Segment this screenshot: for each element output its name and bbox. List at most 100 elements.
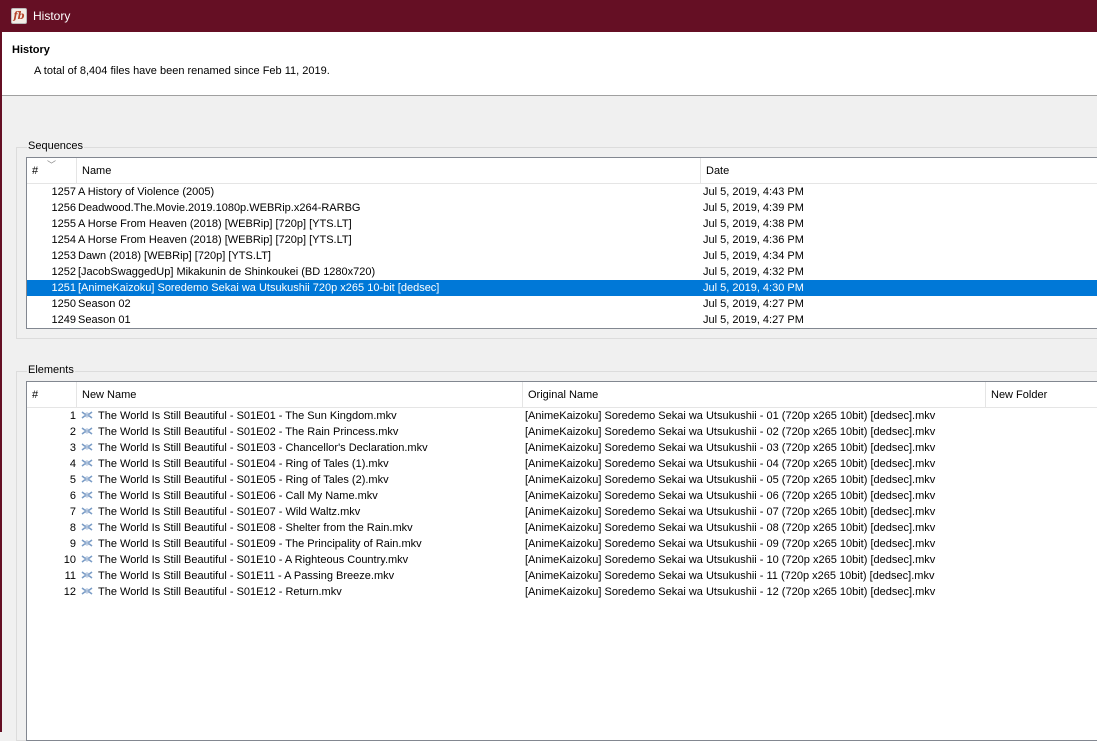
sequence-number: 1252 <box>51 266 76 278</box>
column-header-name[interactable]: Name <box>77 158 701 184</box>
sequence-date: Jul 5, 2019, 4:32 PM <box>703 266 804 278</box>
element-new-folder <box>986 456 1097 472</box>
sequence-name: [JacobSwaggedUp] Mikakunin de Shinkoukei… <box>78 266 376 278</box>
page-title: History <box>12 44 50 56</box>
element-new-folder <box>986 520 1097 536</box>
element-new-folder <box>986 552 1097 568</box>
element-number: 11 <box>64 570 76 582</box>
elements-table[interactable]: # New Name Original Name New Folder 1 Th… <box>26 381 1097 741</box>
column-header-number[interactable]: ﹀ # <box>27 158 77 184</box>
sequences-label: Sequences <box>27 140 85 152</box>
element-row[interactable]: 8 The World Is Still Beautiful - S01E08 … <box>27 520 1097 536</box>
sequence-number: 1253 <box>51 250 76 262</box>
column-header-new-folder[interactable]: New Folder <box>986 382 1097 408</box>
element-row[interactable]: 1 The World Is Still Beautiful - S01E01 … <box>27 408 1097 424</box>
sequences-header: ﹀ # Name Date <box>27 158 1097 184</box>
sequences-body: 1257 A History of Violence (2005) Jul 5,… <box>27 184 1097 328</box>
sequence-row[interactable]: 1254 A Horse From Heaven (2018) [WEBRip]… <box>27 232 1097 248</box>
element-original-name: [AnimeKaizoku] Soredemo Sekai wa Utsukus… <box>525 426 936 438</box>
element-row[interactable]: 4 The World Is Still Beautiful - S01E04 … <box>27 456 1097 472</box>
sequence-number: 1255 <box>51 218 76 230</box>
rename-icon <box>80 409 94 421</box>
sequence-row[interactable]: 1249 Season 01 Jul 5, 2019, 4:27 PM <box>27 312 1097 328</box>
element-row[interactable]: 11 The World Is Still Beautiful - S01E11… <box>27 568 1097 584</box>
element-new-folder <box>986 408 1097 424</box>
column-header-number[interactable]: # <box>27 382 77 408</box>
element-new-name: The World Is Still Beautiful - S01E12 - … <box>98 586 342 598</box>
rename-icon <box>80 457 94 469</box>
elements-body: 1 The World Is Still Beautiful - S01E01 … <box>27 408 1097 600</box>
sequence-row[interactable]: 1257 A History of Violence (2005) Jul 5,… <box>27 184 1097 200</box>
summary-text: A total of 8,404 files have been renamed… <box>34 65 330 77</box>
window-title: History <box>33 9 71 23</box>
rename-icon <box>80 505 94 517</box>
rename-icon <box>80 425 94 437</box>
title-bar: fb History <box>2 0 1097 32</box>
element-number: 7 <box>69 506 76 518</box>
element-row[interactable]: 5 The World Is Still Beautiful - S01E05 … <box>27 472 1097 488</box>
sequence-row[interactable]: 1252 [JacobSwaggedUp] Mikakunin de Shink… <box>27 264 1097 280</box>
element-row[interactable]: 3 The World Is Still Beautiful - S01E03 … <box>27 440 1097 456</box>
element-new-folder <box>986 584 1097 600</box>
element-new-name: The World Is Still Beautiful - S01E04 - … <box>98 458 389 470</box>
sequence-name: [AnimeKaizoku] Soredemo Sekai wa Utsukus… <box>78 282 440 294</box>
element-number: 9 <box>69 538 76 550</box>
sequence-name: Season 02 <box>78 298 131 310</box>
element-row[interactable]: 12 The World Is Still Beautiful - S01E12… <box>27 584 1097 600</box>
element-row[interactable]: 2 The World Is Still Beautiful - S01E02 … <box>27 424 1097 440</box>
sequence-row[interactable]: 1251 [AnimeKaizoku] Soredemo Sekai wa Ut… <box>27 280 1097 296</box>
rename-icon <box>80 441 94 453</box>
column-header-date[interactable]: Date <box>701 158 1097 184</box>
rename-icon <box>80 569 94 581</box>
rename-icon <box>80 521 94 533</box>
column-header-original-name[interactable]: Original Name <box>523 382 986 408</box>
sequence-number: 1249 <box>51 314 76 326</box>
element-new-name: The World Is Still Beautiful - S01E10 - … <box>98 554 409 566</box>
element-new-name: The World Is Still Beautiful - S01E07 - … <box>98 506 361 518</box>
sequence-row[interactable]: 1255 A Horse From Heaven (2018) [WEBRip]… <box>27 216 1097 232</box>
sequence-date: Jul 5, 2019, 4:30 PM <box>703 282 804 294</box>
element-new-folder <box>986 440 1097 456</box>
sequence-row[interactable]: 1250 Season 02 Jul 5, 2019, 4:27 PM <box>27 296 1097 312</box>
rename-icon <box>80 553 94 565</box>
sequence-number: 1254 <box>51 234 76 246</box>
element-original-name: [AnimeKaizoku] Soredemo Sekai wa Utsukus… <box>525 458 936 470</box>
sequence-date: Jul 5, 2019, 4:38 PM <box>703 218 804 230</box>
element-original-name: [AnimeKaizoku] Soredemo Sekai wa Utsukus… <box>525 410 936 422</box>
element-number: 4 <box>69 458 76 470</box>
rename-icon <box>80 489 94 501</box>
sequence-row[interactable]: 1253 Dawn (2018) [WEBRip] [720p] [YTS.LT… <box>27 248 1097 264</box>
element-new-folder <box>986 536 1097 552</box>
element-original-name: [AnimeKaizoku] Soredemo Sekai wa Utsukus… <box>525 442 936 454</box>
sort-chevron-icon: ﹀ <box>47 160 57 170</box>
elements-label: Elements <box>27 364 75 376</box>
element-original-name: [AnimeKaizoku] Soredemo Sekai wa Utsukus… <box>525 586 936 598</box>
element-number: 6 <box>69 490 76 502</box>
element-number: 2 <box>69 426 76 438</box>
sequences-table[interactable]: ﹀ # Name Date 1257 A History of Violence … <box>26 157 1097 329</box>
rename-icon <box>80 473 94 485</box>
app-logo-icon: fb <box>11 8 27 24</box>
element-new-name: The World Is Still Beautiful - S01E05 - … <box>98 474 389 486</box>
sequence-number: 1257 <box>51 186 76 198</box>
rename-icon <box>80 585 94 597</box>
element-number: 3 <box>69 442 76 454</box>
element-row[interactable]: 7 The World Is Still Beautiful - S01E07 … <box>27 504 1097 520</box>
column-header-new-name[interactable]: New Name <box>77 382 523 408</box>
element-row[interactable]: 10 The World Is Still Beautiful - S01E10… <box>27 552 1097 568</box>
sequence-name: A History of Violence (2005) <box>78 186 215 198</box>
element-original-name: [AnimeKaizoku] Soredemo Sekai wa Utsukus… <box>525 490 936 502</box>
element-new-folder <box>986 568 1097 584</box>
element-original-name: [AnimeKaizoku] Soredemo Sekai wa Utsukus… <box>525 506 936 518</box>
elements-header: # New Name Original Name New Folder <box>27 382 1097 408</box>
element-new-folder <box>986 472 1097 488</box>
sequence-date: Jul 5, 2019, 4:27 PM <box>703 298 804 310</box>
sequence-row[interactable]: 1256 Deadwood.The.Movie.2019.1080p.WEBRi… <box>27 200 1097 216</box>
element-row[interactable]: 6 The World Is Still Beautiful - S01E06 … <box>27 488 1097 504</box>
element-row[interactable]: 9 The World Is Still Beautiful - S01E09 … <box>27 536 1097 552</box>
sequence-name: A Horse From Heaven (2018) [WEBRip] [720… <box>78 218 352 230</box>
sequence-number: 1250 <box>51 298 76 310</box>
element-original-name: [AnimeKaizoku] Soredemo Sekai wa Utsukus… <box>525 570 935 582</box>
element-new-name: The World Is Still Beautiful - S01E03 - … <box>98 442 428 454</box>
element-new-name: The World Is Still Beautiful - S01E06 - … <box>98 490 378 502</box>
